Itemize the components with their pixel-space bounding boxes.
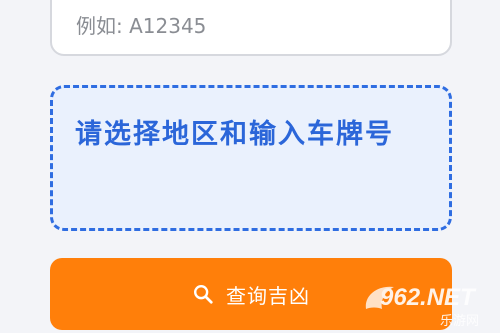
region-selector-prompt: 请选择地区和输入车牌号 [75, 119, 394, 150]
query-button-label: 查询吉凶 [226, 283, 310, 308]
plate-lookup-page: 请选择地区和输入车牌号 查询吉凶 962.NET 乐游网 [0, 0, 500, 333]
plate-input-card [50, 0, 452, 56]
plate-number-input[interactable] [76, 8, 426, 44]
svg-text:962.NET: 962.NET [380, 284, 477, 311]
svg-text:乐游网: 乐游网 [440, 314, 479, 329]
search-icon [194, 285, 213, 304]
region-plate-selector[interactable]: 请选择地区和输入车牌号 [50, 85, 452, 231]
site-watermark-logo: 962.NET 乐游网 [365, 284, 479, 329]
